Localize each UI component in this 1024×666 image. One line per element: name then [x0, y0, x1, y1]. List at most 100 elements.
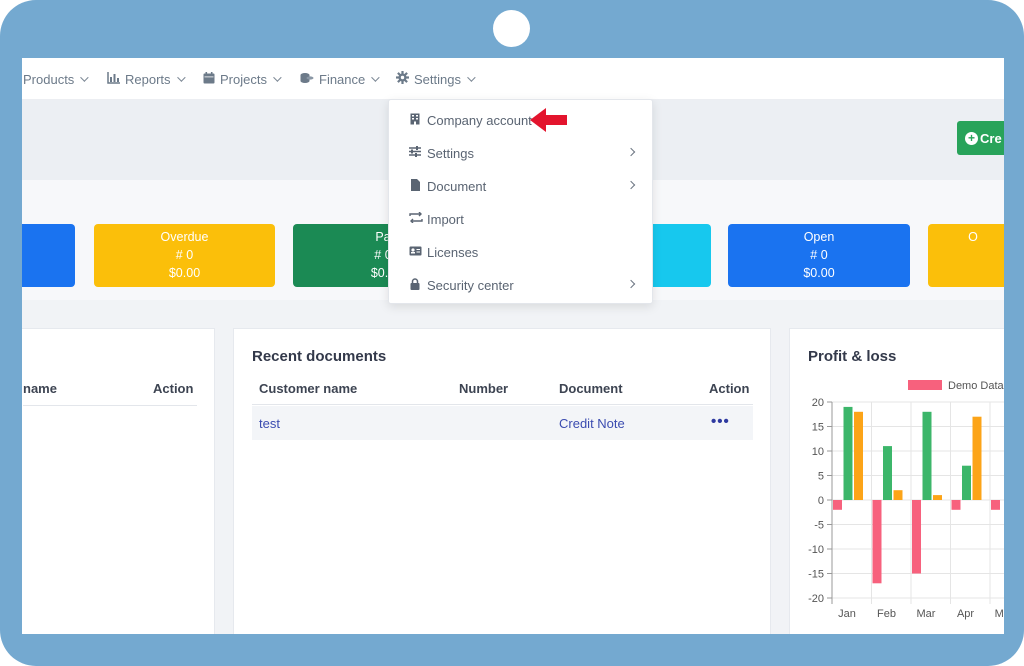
menu-item-security-center[interactable]: Security center	[389, 271, 652, 299]
chart-bar	[854, 411, 863, 500]
x-tick-label: Feb	[877, 608, 896, 620]
menu-item-label: Company account	[427, 112, 532, 128]
x-tick-label: Jan	[838, 608, 856, 620]
x-tick-label: May	[995, 608, 1004, 620]
stat-card[interactable]: Overdue # 0 $0.00	[94, 224, 275, 287]
chart-bar	[883, 446, 892, 500]
coins-icon	[300, 72, 314, 87]
file-icon	[409, 178, 421, 194]
y-tick-label: 15	[812, 422, 824, 434]
recent-documents-panel: Recent documents Customer name Number Do…	[233, 328, 771, 634]
chevron-down-icon	[467, 73, 476, 82]
stat-count: # 0	[810, 248, 828, 262]
profit-loss-panel: Profit & loss Demo Data 20 15 10 5 0 -5 -10 -15 -…	[789, 328, 1004, 634]
gear-icon	[396, 71, 409, 87]
left-col-name: name	[23, 381, 57, 396]
building-icon	[409, 113, 421, 128]
chart-bar	[991, 500, 1000, 510]
settings-dropdown-menu: Company account Settings Document Import…	[388, 99, 653, 304]
x-tick-label: Apr	[957, 608, 974, 620]
recent-documents-title: Recent documents	[252, 348, 387, 365]
menu-item-label: Security center	[427, 277, 514, 293]
y-tick-label: -15	[808, 569, 824, 581]
profit-loss-chart: Demo Data 20 15 10 5 0 -5 -10 -15 -20 Jan Feb Mar Apr…	[808, 380, 1004, 620]
y-tick-label: -20	[808, 593, 824, 605]
chart-bar	[912, 500, 921, 574]
y-tick-label: 0	[818, 495, 824, 507]
menu-item-licenses[interactable]: Licenses	[389, 238, 652, 266]
legend-swatch	[908, 380, 942, 390]
menu-item-import[interactable]: Import	[389, 205, 652, 233]
col-document: Document	[559, 381, 623, 396]
chart-bar	[833, 500, 842, 510]
row-action-menu-button[interactable]: •••	[711, 413, 730, 430]
chevron-down-icon	[273, 73, 282, 82]
menu-item-label: Import	[427, 211, 464, 227]
stat-card[interactable]: Open # 0 $0.00	[728, 224, 910, 287]
col-number: Number	[459, 381, 509, 396]
plus-circle-icon: +	[965, 131, 978, 145]
chart-title: Profit & loss	[808, 348, 897, 365]
chart-bar	[972, 416, 982, 500]
swap-icon	[409, 211, 423, 226]
chevron-right-icon	[626, 180, 636, 190]
nav-reports-label: Reports	[125, 71, 171, 87]
chart-bar	[962, 465, 971, 500]
left-col-action: Action	[153, 381, 194, 396]
left-panel: name Action	[22, 328, 215, 634]
menu-item-company-account[interactable]: Company account	[389, 106, 652, 134]
y-tick-label: -10	[808, 544, 824, 556]
menu-item-label: Licenses	[427, 244, 479, 260]
camera-icon	[493, 10, 530, 47]
chart-bar	[951, 500, 961, 510]
nav-finance-label: Finance	[319, 71, 366, 87]
nav-settings-label: Settings	[414, 71, 461, 87]
chevron-right-icon	[626, 147, 636, 157]
stat-amount: $0.00	[803, 266, 835, 280]
nav-projects[interactable]: Projects	[203, 68, 282, 90]
chevron-down-icon	[80, 73, 89, 82]
top-navigation: Products Reports Projects Finance Settin…	[22, 58, 1004, 100]
nav-products[interactable]: Products	[23, 68, 89, 90]
row-document-link[interactable]: Credit Note	[559, 416, 625, 431]
chevron-down-icon	[371, 73, 380, 82]
create-button[interactable]: + Cre	[957, 121, 1004, 155]
chevron-down-icon	[176, 73, 186, 82]
device-frame: Products Reports Projects Finance Settin…	[0, 0, 1024, 666]
stat-title: O	[968, 230, 978, 244]
menu-item-settings[interactable]: Settings	[389, 139, 652, 167]
col-customer-name: Customer name	[259, 381, 358, 396]
x-tick-label: Mar	[917, 608, 936, 620]
nav-projects-label: Projects	[220, 71, 267, 87]
y-tick-label: 5	[818, 471, 824, 483]
nav-settings[interactable]: Settings	[396, 68, 476, 90]
stat-title: Open	[803, 230, 835, 244]
menu-item-label: Settings	[427, 145, 474, 161]
bar-chart-icon	[107, 71, 120, 87]
sliders-icon	[409, 146, 421, 160]
table-row: test Credit Note •••	[252, 406, 753, 440]
menu-item-document[interactable]: Document	[389, 172, 652, 200]
row-customer-link[interactable]: test	[259, 416, 280, 431]
stat-count: # 0	[175, 248, 194, 262]
nav-products-label: Products	[23, 71, 75, 87]
chart-bar	[893, 490, 903, 500]
id-card-icon	[409, 245, 422, 259]
divider	[23, 405, 197, 406]
nav-finance[interactable]: Finance	[300, 68, 380, 90]
nav-reports[interactable]: Reports	[107, 68, 186, 90]
chart-bar	[872, 500, 882, 584]
chart-bar	[843, 406, 853, 500]
stat-amount: $0.00	[168, 266, 201, 280]
col-action: Action	[709, 381, 750, 396]
create-button-label: Cre	[980, 130, 1002, 146]
chart-bar	[933, 495, 942, 500]
y-tick-label: -5	[814, 520, 824, 532]
y-tick-label: 10	[812, 446, 824, 458]
stat-card[interactable]: O	[928, 224, 1004, 287]
stat-card[interactable]	[22, 224, 75, 287]
y-tick-label: 20	[812, 397, 824, 409]
red-pointer-arrow-icon	[530, 108, 567, 132]
legend-label: Demo Data	[948, 380, 1004, 392]
menu-item-label: Document	[427, 178, 487, 194]
